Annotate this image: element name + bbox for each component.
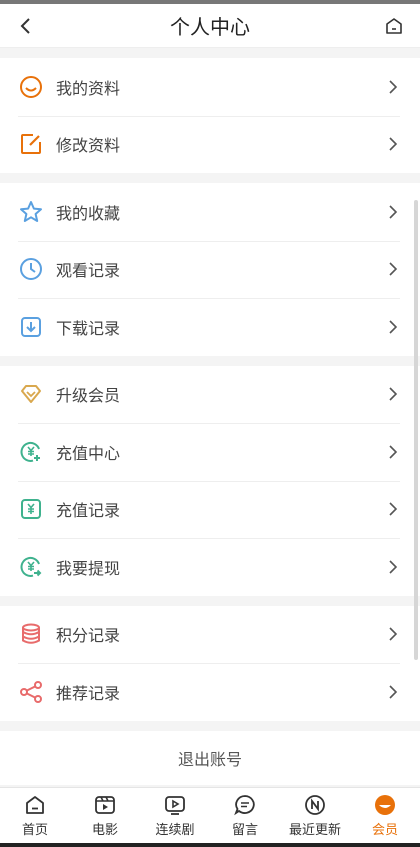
menu-item-label: 我的资料 (56, 78, 121, 98)
menu-item-watch-history[interactable]: 观看记录 (0, 240, 420, 299)
scrollbar[interactable] (414, 200, 418, 660)
menu-item-label: 充值中心 (56, 443, 121, 463)
menu-group-payment: 升级会员 充值中心 充值记录 我要提现 (0, 365, 420, 596)
menu-item-label: 推荐记录 (56, 683, 121, 703)
new-badge-icon (303, 793, 327, 817)
header: 个人中心 (0, 4, 420, 48)
yen-square-icon (18, 496, 44, 522)
smile-face-icon (18, 74, 44, 100)
menu-item-label: 我的收藏 (56, 203, 121, 223)
yen-coin-arrow-icon (18, 554, 44, 580)
download-icon (18, 314, 44, 340)
menu-group-records: 我的收藏 观看记录 下载记录 (0, 183, 420, 356)
tab-recent-updates[interactable]: 最近更新 (280, 788, 350, 843)
menu-item-favorites[interactable]: 我的收藏 (0, 183, 420, 241)
chevron-right-icon (386, 137, 400, 151)
menu-item-label: 升级会员 (56, 386, 121, 406)
menu-item-label: 积分记录 (56, 626, 121, 646)
chevron-right-icon (386, 685, 400, 699)
tab-message[interactable]: 留言 (210, 788, 280, 843)
menu-item-label: 我要提现 (56, 558, 121, 578)
menu-item-referral-history[interactable]: 推荐记录 (0, 663, 420, 721)
tab-label: 最近更新 (288, 823, 341, 838)
chevron-right-icon (386, 560, 400, 574)
menu-item-recharge-center[interactable]: 充值中心 (0, 423, 420, 481)
menu-item-label: 观看记录 (56, 261, 121, 281)
home-icon (23, 793, 47, 817)
back-button[interactable] (12, 12, 40, 40)
bottom-strip (0, 843, 420, 847)
clock-icon (18, 256, 44, 282)
menu-item-withdraw[interactable]: 我要提现 (0, 538, 420, 596)
tab-member[interactable]: 会员 (350, 788, 420, 843)
diamond-icon (18, 381, 44, 407)
edit-icon (18, 131, 44, 157)
tab-label: 电影 (91, 823, 118, 838)
chevron-left-icon (20, 18, 30, 34)
menu-item-upgrade-member[interactable]: 升级会员 (0, 366, 420, 424)
tv-play-icon (163, 793, 187, 817)
menu-item-label: 修改资料 (56, 136, 121, 156)
film-icon (93, 793, 117, 817)
chevron-right-icon (386, 387, 400, 401)
menu-item-edit-profile[interactable]: 修改资料 (0, 115, 420, 174)
menu-item-label: 充值记录 (56, 501, 121, 521)
tab-label: 会员 (371, 823, 398, 838)
menu-content: 我的资料 修改资料 我的收藏 观看记录 下载记录 升级会员 充值中心 充值记录 … (0, 58, 420, 785)
chevron-right-icon (386, 502, 400, 516)
menu-group-profile: 我的资料 修改资料 (0, 58, 420, 173)
tab-series[interactable]: 连续剧 (140, 788, 210, 843)
member-face-icon (373, 793, 397, 817)
chevron-right-icon (386, 80, 400, 94)
chevron-right-icon (386, 627, 400, 641)
logout-button[interactable]: 退出账号 (0, 730, 420, 785)
home-icon (386, 18, 402, 34)
home-button[interactable] (380, 12, 408, 40)
yen-coin-plus-icon (18, 439, 44, 465)
menu-item-label: 下载记录 (56, 318, 121, 338)
chevron-right-icon (386, 320, 400, 334)
chevron-right-icon (386, 445, 400, 459)
menu-item-recharge-history[interactable]: 充值记录 (0, 480, 420, 539)
tab-home[interactable]: 首页 (0, 788, 70, 843)
tab-label: 连续剧 (155, 823, 195, 838)
menu-item-my-profile[interactable]: 我的资料 (0, 58, 420, 116)
page-title: 个人中心 (170, 15, 250, 39)
chevron-right-icon (386, 262, 400, 276)
tab-movie[interactable]: 电影 (70, 788, 140, 843)
star-icon (18, 199, 44, 225)
menu-group-points: 积分记录 推荐记录 (0, 605, 420, 721)
message-icon (233, 793, 257, 817)
menu-item-download-history[interactable]: 下载记录 (0, 298, 420, 356)
bottom-tab-bar: 首页 电影 连续剧 留言 最近更新 会员 (0, 787, 420, 843)
tab-label: 留言 (231, 823, 258, 838)
menu-item-points-history[interactable]: 积分记录 (0, 606, 420, 664)
tab-label: 首页 (21, 823, 48, 838)
share-icon (18, 679, 44, 705)
database-icon (18, 621, 44, 647)
chevron-right-icon (386, 205, 400, 219)
